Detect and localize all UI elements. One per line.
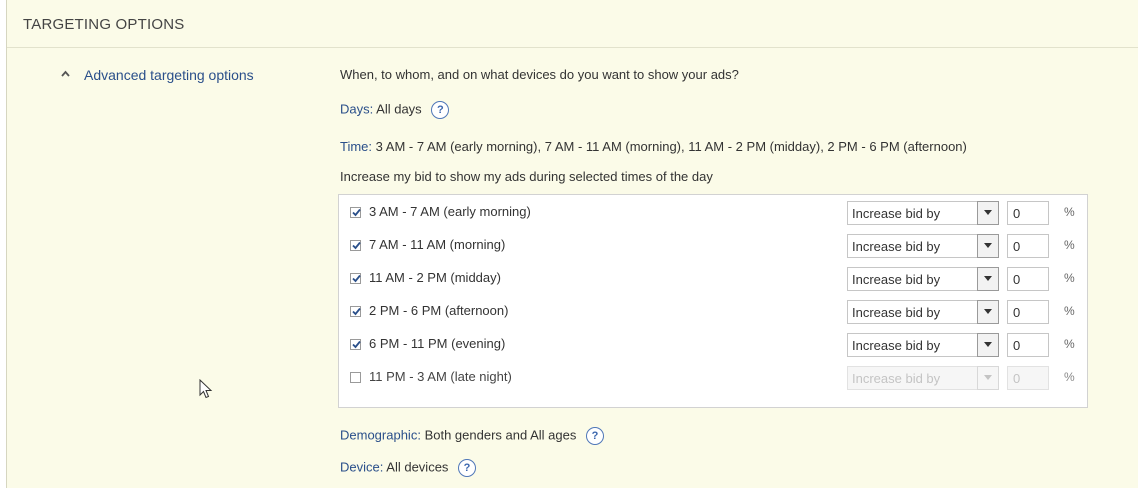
schedule-checkbox[interactable]: [350, 372, 361, 383]
advanced-targeting-toggle[interactable]: Advanced targeting options: [61, 67, 254, 83]
dropdown-arrow-icon[interactable]: [977, 267, 999, 291]
bid-adjust-select[interactable]: Increase bid by: [847, 300, 999, 324]
schedule-checkbox[interactable]: [350, 207, 361, 218]
bid-adjust-select: Increase bid by: [847, 366, 999, 390]
schedule-row: 11 AM - 2 PM (midday) Increase bid by %: [339, 265, 1087, 297]
bid-percent-input[interactable]: [1007, 300, 1049, 324]
bid-adjust-value: Increase bid by: [852, 239, 941, 254]
demographic-row: Demographic: Both genders and All ages ?: [340, 427, 604, 445]
device-help-icon[interactable]: ?: [458, 459, 477, 477]
percent-sign: %: [1064, 238, 1075, 252]
schedule-row-label: 11 PM - 3 AM (late night): [369, 369, 512, 384]
bid-adjust-select[interactable]: Increase bid by: [847, 234, 999, 258]
ad-schedule-box: 3 AM - 7 AM (early morning) Increase bid…: [338, 194, 1088, 408]
device-value: All devices: [386, 459, 449, 475]
schedule-row-label: 2 PM - 6 PM (afternoon): [369, 303, 509, 318]
advanced-targeting-label: Advanced targeting options: [84, 67, 254, 83]
time-row: Time: 3 AM - 7 AM (early morning), 7 AM …: [340, 139, 967, 154]
time-link[interactable]: Time: [340, 139, 368, 154]
schedule-row: 11 PM - 3 AM (late night) Increase bid b…: [339, 364, 1087, 396]
mouse-pointer-icon: [199, 378, 213, 404]
schedule-row: 3 AM - 7 AM (early morning) Increase bid…: [339, 199, 1087, 231]
schedule-row-label: 6 PM - 11 PM (evening): [369, 336, 506, 351]
dropdown-arrow-icon[interactable]: [977, 333, 999, 357]
demographic-help-icon[interactable]: ?: [585, 427, 604, 445]
schedule-row: 6 PM - 11 PM (evening) Increase bid by %: [339, 331, 1087, 363]
bid-percent-input[interactable]: [1007, 201, 1049, 225]
schedule-row-label: 3 AM - 7 AM (early morning): [369, 204, 531, 219]
percent-sign: %: [1064, 205, 1075, 219]
bid-adjust-value: Increase bid by: [852, 371, 941, 386]
days-value: All days: [376, 101, 422, 117]
schedule-row: 7 AM - 11 AM (morning) Increase bid by %: [339, 232, 1087, 264]
schedule-checkbox[interactable]: [350, 273, 361, 284]
device-link[interactable]: Device: [340, 459, 380, 474]
bid-adjust-select[interactable]: Increase bid by: [847, 267, 999, 291]
days-link[interactable]: Days: [340, 101, 370, 116]
percent-sign: %: [1064, 271, 1075, 285]
percent-sign: %: [1064, 304, 1075, 318]
dropdown-arrow-icon[interactable]: [977, 300, 999, 324]
dropdown-arrow-icon: [977, 366, 999, 390]
increase-bid-prompt: Increase my bid to show my ads during se…: [340, 169, 713, 184]
dropdown-arrow-icon[interactable]: [977, 201, 999, 225]
days-row: Days: All days ?: [340, 101, 450, 119]
targeting-question: When, to whom, and on what devices do yo…: [340, 67, 739, 82]
schedule-row: 2 PM - 6 PM (afternoon) Increase bid by …: [339, 298, 1087, 330]
bid-adjust-select[interactable]: Increase bid by: [847, 333, 999, 357]
bid-percent-input[interactable]: [1007, 267, 1049, 291]
schedule-checkbox[interactable]: [350, 339, 361, 350]
time-value: 3 AM - 7 AM (early morning), 7 AM - 11 A…: [375, 139, 967, 154]
demographic-value: Both genders and All ages: [424, 427, 577, 443]
dropdown-arrow-icon[interactable]: [977, 234, 999, 258]
bid-percent-input[interactable]: [1007, 234, 1049, 258]
bid-adjust-value: Increase bid by: [852, 338, 941, 353]
device-row: Device: All devices ?: [340, 459, 477, 477]
bid-adjust-value: Increase bid by: [852, 305, 941, 320]
schedule-checkbox[interactable]: [350, 306, 361, 317]
percent-sign: %: [1064, 370, 1075, 384]
schedule-row-label: 7 AM - 11 AM (morning): [369, 237, 506, 252]
bid-percent-input: [1007, 366, 1049, 390]
demographic-link[interactable]: Demographic: [340, 427, 417, 442]
section-title: TARGETING OPTIONS: [23, 16, 185, 33]
bid-percent-input[interactable]: [1007, 333, 1049, 357]
chevron-up-icon: [61, 70, 70, 79]
bid-adjust-value: Increase bid by: [852, 272, 941, 287]
bid-adjust-select[interactable]: Increase bid by: [847, 201, 999, 225]
bid-adjust-value: Increase bid by: [852, 206, 941, 221]
schedule-checkbox[interactable]: [350, 240, 361, 251]
days-help-icon[interactable]: ?: [431, 101, 450, 119]
percent-sign: %: [1064, 337, 1075, 351]
schedule-row-label: 11 AM - 2 PM (midday): [369, 270, 501, 285]
